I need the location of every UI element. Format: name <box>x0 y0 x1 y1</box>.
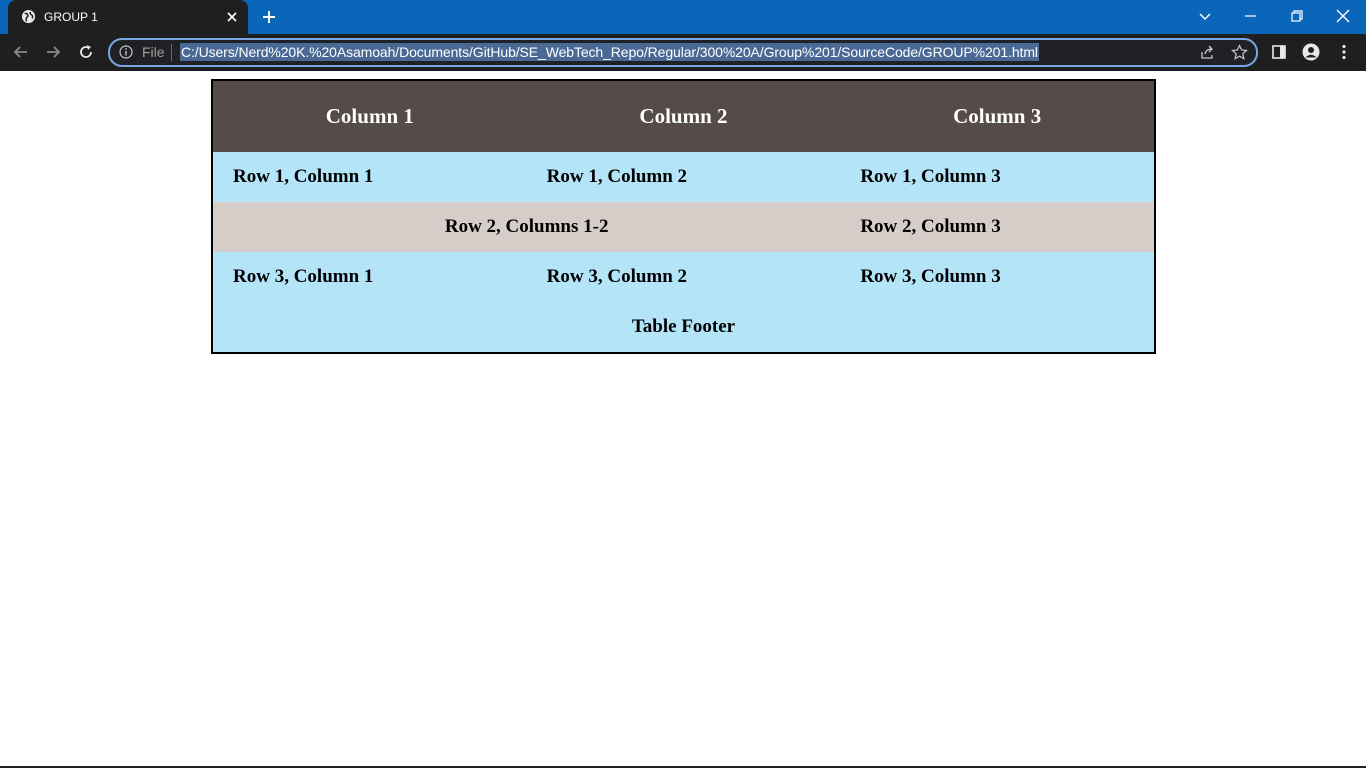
column-header: Column 1 <box>212 80 527 152</box>
column-header: Column 2 <box>526 80 841 152</box>
close-window-icon[interactable] <box>1334 7 1352 25</box>
table-cell: Row 3, Column 1 <box>212 252 527 302</box>
url-text[interactable]: C:/Users/Nerd%20K.%20Asamoah/Documents/G… <box>180 43 1039 61</box>
profile-avatar-icon[interactable] <box>1302 43 1320 61</box>
table-cell-colspan: Row 2, Columns 1-2 <box>212 202 841 252</box>
table-cell: Row 1, Column 2 <box>526 152 841 202</box>
new-tab-icon[interactable] <box>260 8 278 26</box>
bookmark-star-icon[interactable] <box>1231 44 1248 61</box>
title-bar: GROUP 1 <box>0 0 1366 34</box>
globe-icon <box>21 9 36 24</box>
table-cell: Row 1, Column 3 <box>840 152 1155 202</box>
browser-toolbar: File C:/Users/Nerd%20K.%20Asamoah/Docume… <box>0 34 1366 71</box>
back-arrow-icon[interactable] <box>12 43 30 61</box>
table-row: Row 2, Columns 1-2 Row 2, Column 3 <box>212 202 1155 252</box>
tab-title: GROUP 1 <box>44 10 98 24</box>
table-footer: Table Footer <box>212 302 1155 353</box>
close-tab-icon[interactable] <box>224 9 240 25</box>
table-row: Row 1, Column 1 Row 1, Column 2 Row 1, C… <box>212 152 1155 202</box>
restore-icon[interactable] <box>1288 7 1306 25</box>
table-cell: Row 3, Column 2 <box>526 252 841 302</box>
share-icon[interactable] <box>1199 44 1216 61</box>
table-footer-row: Table Footer <box>212 302 1155 353</box>
table-cell: Row 1, Column 1 <box>212 152 527 202</box>
address-bar[interactable]: File C:/Users/Nerd%20K.%20Asamoah/Docume… <box>108 38 1258 67</box>
column-header: Column 3 <box>840 80 1155 152</box>
data-table: Column 1 Column 2 Column 3 Row 1, Column… <box>211 79 1156 354</box>
forward-arrow-icon[interactable] <box>44 43 62 61</box>
reload-icon[interactable] <box>77 43 95 61</box>
table-cell: Row 2, Column 3 <box>840 202 1155 252</box>
page-content: Column 1 Column 2 Column 3 Row 1, Column… <box>0 71 1366 768</box>
kebab-menu-icon[interactable] <box>1335 43 1353 61</box>
table-row: Row 3, Column 1 Row 3, Column 2 Row 3, C… <box>212 252 1155 302</box>
tab-search-chevron-icon[interactable] <box>1196 7 1214 25</box>
browser-tab[interactable]: GROUP 1 <box>8 0 248 34</box>
address-scheme-label: File <box>142 44 165 60</box>
info-icon[interactable] <box>119 45 133 59</box>
table-header-row: Column 1 Column 2 Column 3 <box>212 80 1155 152</box>
minimize-icon[interactable] <box>1242 7 1260 25</box>
address-divider <box>171 44 172 61</box>
side-panel-icon[interactable] <box>1270 43 1288 61</box>
table-cell: Row 3, Column 3 <box>840 252 1155 302</box>
